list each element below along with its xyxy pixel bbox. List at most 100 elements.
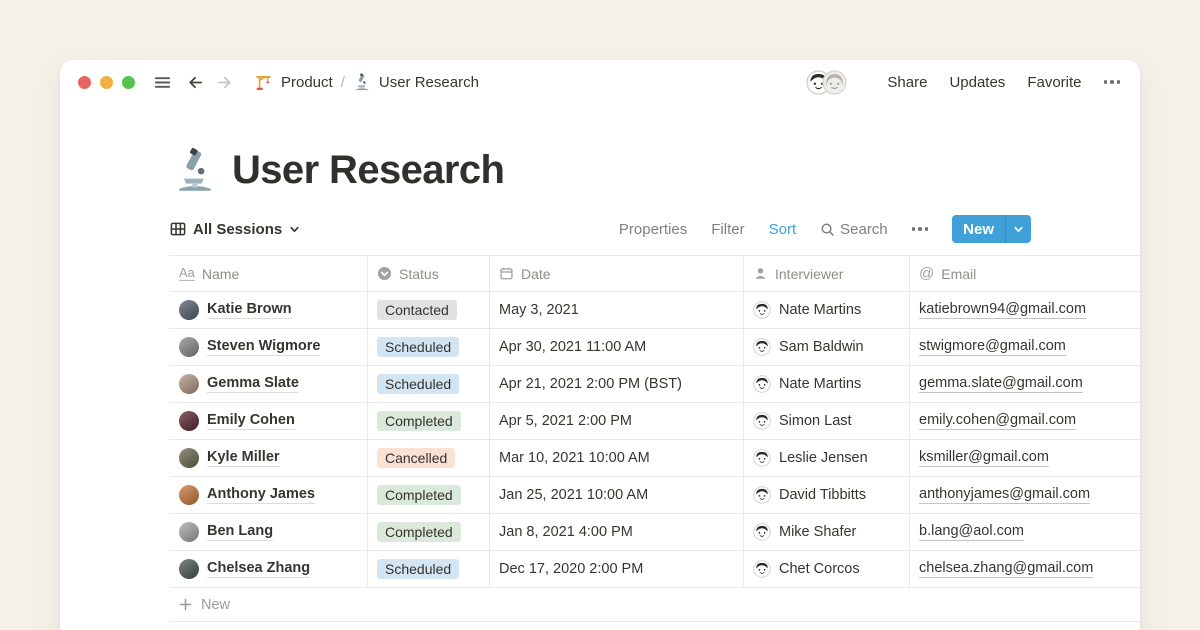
close-window-button[interactable]	[78, 76, 91, 89]
interviewer-cell[interactable]: Mike Shafer	[744, 514, 910, 550]
status-badge[interactable]: Completed	[377, 485, 461, 505]
name-cell[interactable]: Emily Cohen	[170, 403, 368, 439]
status-cell[interactable]: Completed	[368, 477, 490, 513]
email-link[interactable]: b.lang@aol.com	[919, 523, 1024, 541]
status-badge[interactable]: Cancelled	[377, 448, 455, 468]
column-header-status[interactable]: Status	[368, 256, 490, 291]
status-cell[interactable]: Scheduled	[368, 551, 490, 587]
table-header-row: Aa Name Status Date Interviewer @ Email	[170, 255, 1140, 292]
favorite-button[interactable]: Favorite	[1027, 74, 1081, 91]
name-cell[interactable]: Steven Wigmore	[170, 329, 368, 365]
column-header-name[interactable]: Aa Name	[170, 256, 368, 291]
status-cell[interactable]: Scheduled	[368, 329, 490, 365]
search-button[interactable]: Search	[820, 221, 888, 238]
add-row-button[interactable]: New	[170, 588, 1140, 622]
row-name[interactable]: Steven Wigmore	[207, 338, 320, 356]
row-name[interactable]: Katie Brown	[207, 301, 292, 319]
name-cell[interactable]: Chelsea Zhang	[170, 551, 368, 587]
viewer-avatars[interactable]	[806, 70, 847, 95]
interviewer-avatar	[753, 412, 771, 430]
column-header-date[interactable]: Date	[490, 256, 744, 291]
status-cell[interactable]: Contacted	[368, 292, 490, 328]
date-cell[interactable]: May 3, 2021	[490, 292, 744, 328]
status-cell[interactable]: Completed	[368, 403, 490, 439]
date-cell[interactable]: Apr 21, 2021 2:00 PM (BST)	[490, 366, 744, 402]
interviewer-cell[interactable]: Nate Martins	[744, 366, 910, 402]
page-title[interactable]: User Research	[232, 148, 504, 193]
zoom-window-button[interactable]	[122, 76, 135, 89]
name-cell[interactable]: Gemma Slate	[170, 366, 368, 402]
email-cell[interactable]: ksmiller@gmail.com	[910, 440, 1140, 476]
email-link[interactable]: ksmiller@gmail.com	[919, 449, 1049, 467]
row-name[interactable]: Kyle Miller	[207, 449, 280, 467]
interviewer-cell[interactable]: Chet Corcos	[744, 551, 910, 587]
email-link[interactable]: chelsea.zhang@gmail.com	[919, 560, 1093, 578]
name-cell[interactable]: Ben Lang	[170, 514, 368, 550]
status-badge[interactable]: Scheduled	[377, 559, 459, 579]
date-cell[interactable]: Apr 5, 2021 2:00 PM	[490, 403, 744, 439]
table-row: Chelsea Zhang Scheduled Dec 17, 2020 2:0…	[170, 551, 1140, 588]
email-link[interactable]: stwigmore@gmail.com	[919, 338, 1066, 356]
microscope-icon[interactable]	[172, 147, 218, 193]
breadcrumb-product[interactable]: Product	[281, 74, 333, 91]
row-name[interactable]: Emily Cohen	[207, 412, 295, 430]
email-cell[interactable]: stwigmore@gmail.com	[910, 329, 1140, 365]
email-cell[interactable]: katiebrown94@gmail.com	[910, 292, 1140, 328]
status-badge[interactable]: Scheduled	[377, 374, 459, 394]
more-options-icon[interactable]	[1104, 80, 1121, 84]
interviewer-cell[interactable]: Nate Martins	[744, 292, 910, 328]
properties-button[interactable]: Properties	[619, 221, 687, 238]
status-badge[interactable]: Scheduled	[377, 337, 459, 357]
filter-button[interactable]: Filter	[711, 221, 744, 238]
date-cell[interactable]: Jan 25, 2021 10:00 AM	[490, 477, 744, 513]
view-more-icon[interactable]	[912, 227, 929, 231]
status-badge[interactable]: Completed	[377, 411, 461, 431]
avatar	[179, 374, 199, 394]
email-cell[interactable]: gemma.slate@gmail.com	[910, 366, 1140, 402]
status-cell[interactable]: Scheduled	[368, 366, 490, 402]
plus-icon	[178, 597, 193, 612]
date-cell[interactable]: Apr 30, 2021 11:00 AM	[490, 329, 744, 365]
email-cell[interactable]: emily.cohen@gmail.com	[910, 403, 1140, 439]
status-cell[interactable]: Completed	[368, 514, 490, 550]
forward-icon[interactable]	[215, 73, 234, 92]
email-cell[interactable]: b.lang@aol.com	[910, 514, 1140, 550]
add-row-label: New	[201, 597, 230, 613]
updates-button[interactable]: Updates	[949, 74, 1005, 91]
interviewer-cell[interactable]: Sam Baldwin	[744, 329, 910, 365]
row-name[interactable]: Anthony James	[207, 486, 315, 504]
email-link[interactable]: katiebrown94@gmail.com	[919, 301, 1086, 319]
status-cell[interactable]: Cancelled	[368, 440, 490, 476]
email-cell[interactable]: anthonyjames@gmail.com	[910, 477, 1140, 513]
email-link[interactable]: anthonyjames@gmail.com	[919, 486, 1090, 504]
status-badge[interactable]: Completed	[377, 522, 461, 542]
minimize-window-button[interactable]	[100, 76, 113, 89]
status-badge[interactable]: Contacted	[377, 300, 457, 320]
back-icon[interactable]	[186, 73, 205, 92]
new-entry-button[interactable]: New	[952, 215, 1005, 243]
name-cell[interactable]: Katie Brown	[170, 292, 368, 328]
email-link[interactable]: gemma.slate@gmail.com	[919, 375, 1083, 393]
name-cell[interactable]: Kyle Miller	[170, 440, 368, 476]
date-cell[interactable]: Jan 8, 2021 4:00 PM	[490, 514, 744, 550]
breadcrumb-page[interactable]: User Research	[379, 74, 479, 91]
row-name[interactable]: Gemma Slate	[207, 375, 299, 393]
column-header-email[interactable]: @ Email	[910, 256, 1140, 291]
email-cell[interactable]: chelsea.zhang@gmail.com	[910, 551, 1140, 587]
interviewer-cell[interactable]: Leslie Jensen	[744, 440, 910, 476]
share-button[interactable]: Share	[887, 74, 927, 91]
name-cell[interactable]: Anthony James	[170, 477, 368, 513]
sort-button[interactable]: Sort	[769, 221, 797, 238]
sidebar-menu-icon[interactable]	[153, 73, 172, 92]
avatar	[179, 559, 199, 579]
row-name[interactable]: Ben Lang	[207, 523, 273, 541]
new-entry-dropdown[interactable]	[1005, 215, 1031, 243]
date-cell[interactable]: Mar 10, 2021 10:00 AM	[490, 440, 744, 476]
interviewer-cell[interactable]: Simon Last	[744, 403, 910, 439]
column-header-interviewer[interactable]: Interviewer	[744, 256, 910, 291]
email-link[interactable]: emily.cohen@gmail.com	[919, 412, 1076, 430]
view-selector[interactable]: All Sessions	[170, 221, 300, 238]
date-cell[interactable]: Dec 17, 2020 2:00 PM	[490, 551, 744, 587]
row-name[interactable]: Chelsea Zhang	[207, 560, 310, 578]
interviewer-cell[interactable]: David Tibbitts	[744, 477, 910, 513]
